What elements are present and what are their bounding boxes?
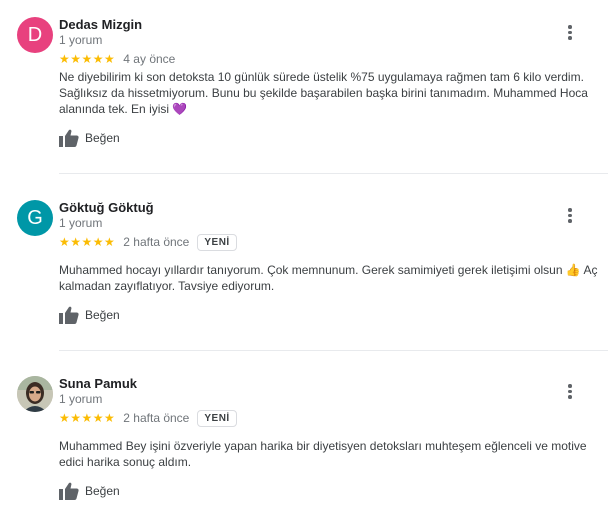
like-button[interactable]: Beğen bbox=[59, 482, 120, 500]
star-rating: ★★★★★ bbox=[59, 52, 116, 66]
reviewer-name[interactable]: Göktuğ Göktuğ bbox=[59, 200, 154, 215]
review-meta: ★★★★★ 4 ay önce bbox=[59, 51, 175, 67]
more-options-icon[interactable] bbox=[562, 382, 578, 400]
review-text: Ne diyebilirim ki son detoksta 10 günlük… bbox=[59, 69, 599, 117]
more-options-icon[interactable] bbox=[562, 23, 578, 41]
review-count[interactable]: 1 yorum bbox=[59, 392, 102, 406]
review-text-main: Muhammed hocayı yıllardır tanıyorum. Çok… bbox=[59, 263, 563, 277]
review-meta: ★★★★★ 2 hafta önce YENİ bbox=[59, 409, 237, 427]
divider bbox=[59, 173, 608, 174]
divider bbox=[59, 350, 608, 351]
more-options-icon[interactable] bbox=[562, 206, 578, 224]
avatar[interactable]: G bbox=[17, 200, 53, 236]
new-badge: YENİ bbox=[197, 409, 237, 427]
review-time: 2 hafta önce bbox=[123, 235, 190, 249]
purple-heart-icon: 💜 bbox=[172, 102, 188, 116]
like-button[interactable]: Beğen bbox=[59, 129, 120, 147]
star-rating: ★★★★★ bbox=[59, 411, 116, 425]
thumbs-up-icon bbox=[59, 482, 79, 500]
review-time: 2 hafta önce bbox=[123, 411, 190, 425]
like-button[interactable]: Beğen bbox=[59, 306, 120, 324]
avatar-letter: D bbox=[27, 23, 43, 46]
review-text: Muhammed hocayı yıllardır tanıyorum. Çok… bbox=[59, 262, 599, 294]
reviewer-name[interactable]: Suna Pamuk bbox=[59, 376, 137, 391]
thumbs-up-icon bbox=[59, 306, 79, 324]
review-meta: ★★★★★ 2 hafta önce YENİ bbox=[59, 233, 237, 251]
review-time: 4 ay önce bbox=[123, 52, 176, 66]
review-text: Muhammed Bey işini özveriyle yapan harik… bbox=[59, 438, 599, 470]
profile-photo-icon bbox=[17, 376, 53, 412]
avatar[interactable]: D bbox=[17, 17, 53, 53]
avatar[interactable] bbox=[17, 376, 53, 412]
like-label: Beğen bbox=[85, 484, 120, 498]
review-count[interactable]: 1 yorum bbox=[59, 216, 102, 230]
thumbs-up-icon bbox=[59, 129, 79, 147]
thumbs-up-emoji-icon: 👍 bbox=[565, 263, 581, 277]
review-text-main: Ne diyebilirim ki son detoksta 10 günlük… bbox=[59, 70, 588, 116]
new-badge: YENİ bbox=[197, 233, 237, 251]
star-rating: ★★★★★ bbox=[59, 235, 116, 249]
like-label: Beğen bbox=[85, 308, 120, 322]
avatar-letter: G bbox=[27, 206, 43, 229]
reviewer-name[interactable]: Dedas Mizgin bbox=[59, 17, 142, 32]
review-text-main: Muhammed Bey işini özveriyle yapan harik… bbox=[59, 439, 587, 469]
like-label: Beğen bbox=[85, 131, 120, 145]
review-count[interactable]: 1 yorum bbox=[59, 33, 102, 47]
